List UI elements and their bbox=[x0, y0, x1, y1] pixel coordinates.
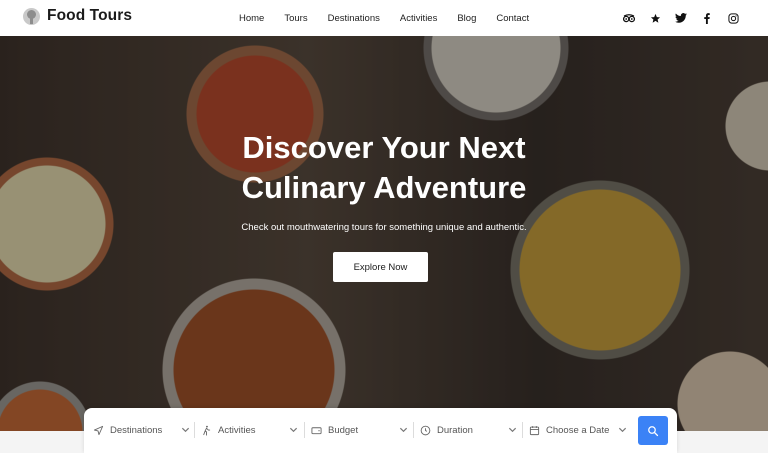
star-icon[interactable] bbox=[649, 12, 661, 24]
chevron-down-icon bbox=[508, 425, 517, 434]
nav-contact[interactable]: Contact bbox=[496, 13, 529, 24]
budget-select[interactable]: Budget bbox=[311, 422, 411, 438]
tripadvisor-icon[interactable] bbox=[623, 12, 635, 24]
hero-image-overlay bbox=[0, 36, 768, 431]
field-divider bbox=[413, 422, 414, 438]
field-divider bbox=[304, 422, 305, 438]
hero-section: Discover Your Next Culinary Adventure Ch… bbox=[0, 36, 768, 431]
nav-destinations[interactable]: Destinations bbox=[328, 13, 380, 24]
brand-logo[interactable]: Food Tours bbox=[23, 7, 132, 25]
navigation-arrow-icon bbox=[93, 425, 104, 436]
hero-title: Discover Your Next Culinary Adventure bbox=[0, 128, 768, 208]
field-divider bbox=[522, 422, 523, 438]
duration-select[interactable]: Duration bbox=[420, 422, 520, 438]
globe-logo-icon bbox=[23, 7, 40, 25]
clock-icon bbox=[420, 425, 431, 436]
walking-person-icon bbox=[201, 425, 212, 436]
destinations-label: Destinations bbox=[110, 424, 163, 436]
social-links bbox=[609, 0, 739, 36]
field-divider bbox=[194, 422, 195, 438]
search-icon bbox=[647, 425, 659, 437]
calendar-icon bbox=[529, 425, 540, 436]
chevron-down-icon bbox=[618, 425, 627, 434]
date-label: Choose a Date bbox=[546, 424, 610, 436]
date-picker[interactable]: Choose a Date bbox=[529, 422, 629, 438]
nav-activities[interactable]: Activities bbox=[400, 13, 437, 24]
main-nav: Home Tours Destinations Activities Blog … bbox=[239, 0, 549, 36]
wallet-icon bbox=[311, 425, 322, 436]
tour-search-bar: Destinations Activities Budget Duration bbox=[84, 408, 677, 453]
explore-now-button[interactable]: Explore Now bbox=[333, 252, 428, 282]
duration-label: Duration bbox=[437, 424, 473, 436]
hero-title-line-2: Culinary Adventure bbox=[241, 170, 527, 205]
chevron-down-icon bbox=[399, 425, 408, 434]
chevron-down-icon bbox=[289, 425, 298, 434]
brand-name: Food Tours bbox=[47, 7, 133, 24]
twitter-icon[interactable] bbox=[675, 12, 687, 24]
activities-label: Activities bbox=[218, 424, 256, 436]
site-header: Food Tours Home Tours Destinations Activ… bbox=[0, 0, 768, 36]
nav-blog[interactable]: Blog bbox=[457, 13, 476, 24]
nav-tours[interactable]: Tours bbox=[284, 13, 307, 24]
nav-home[interactable]: Home bbox=[239, 13, 264, 24]
facebook-icon[interactable] bbox=[701, 12, 713, 24]
destinations-select[interactable]: Destinations bbox=[93, 422, 193, 438]
instagram-icon[interactable] bbox=[727, 12, 739, 24]
chevron-down-icon bbox=[181, 425, 190, 434]
hero-subtitle: Check out mouthwatering tours for someth… bbox=[241, 222, 527, 233]
search-button[interactable] bbox=[638, 416, 668, 445]
hero-title-line-1: Discover Your Next bbox=[242, 130, 526, 165]
budget-label: Budget bbox=[328, 424, 359, 436]
activities-select[interactable]: Activities bbox=[201, 422, 301, 438]
